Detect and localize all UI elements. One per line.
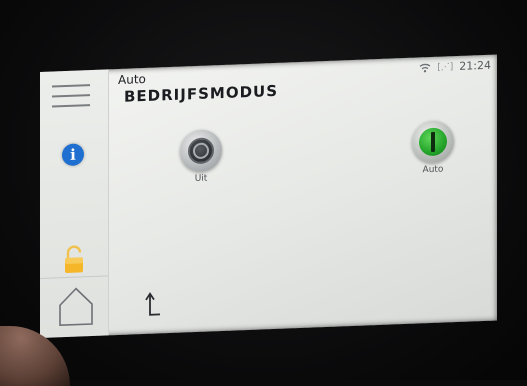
sidebar: i	[40, 69, 109, 338]
menu-icon[interactable]	[52, 84, 90, 111]
status-bar: [⋰] 21:24	[419, 59, 491, 75]
auto-bar-icon	[431, 131, 435, 152]
home-icon[interactable]	[56, 284, 96, 328]
current-mode-label: Auto	[118, 71, 146, 88]
clock: 21:24	[459, 58, 491, 73]
touch-screen: i Auto BEDRIJFSMODUS [⋰] 21:24 Uit Auto	[40, 54, 497, 338]
mode-auto-button[interactable]	[412, 120, 454, 164]
signal-icon: [⋰]	[437, 61, 454, 73]
wifi-icon	[419, 63, 431, 73]
page-title: BEDRIJFSMODUS	[124, 81, 279, 106]
lock-icon[interactable]	[62, 244, 86, 275]
mode-off-label: Uit	[194, 173, 208, 185]
sidebar-divider	[40, 275, 108, 279]
mode-auto-label: Auto	[422, 164, 444, 176]
mode-off-button[interactable]	[180, 129, 222, 173]
back-arrow-icon[interactable]	[144, 290, 164, 321]
info-icon[interactable]: i	[62, 143, 84, 167]
